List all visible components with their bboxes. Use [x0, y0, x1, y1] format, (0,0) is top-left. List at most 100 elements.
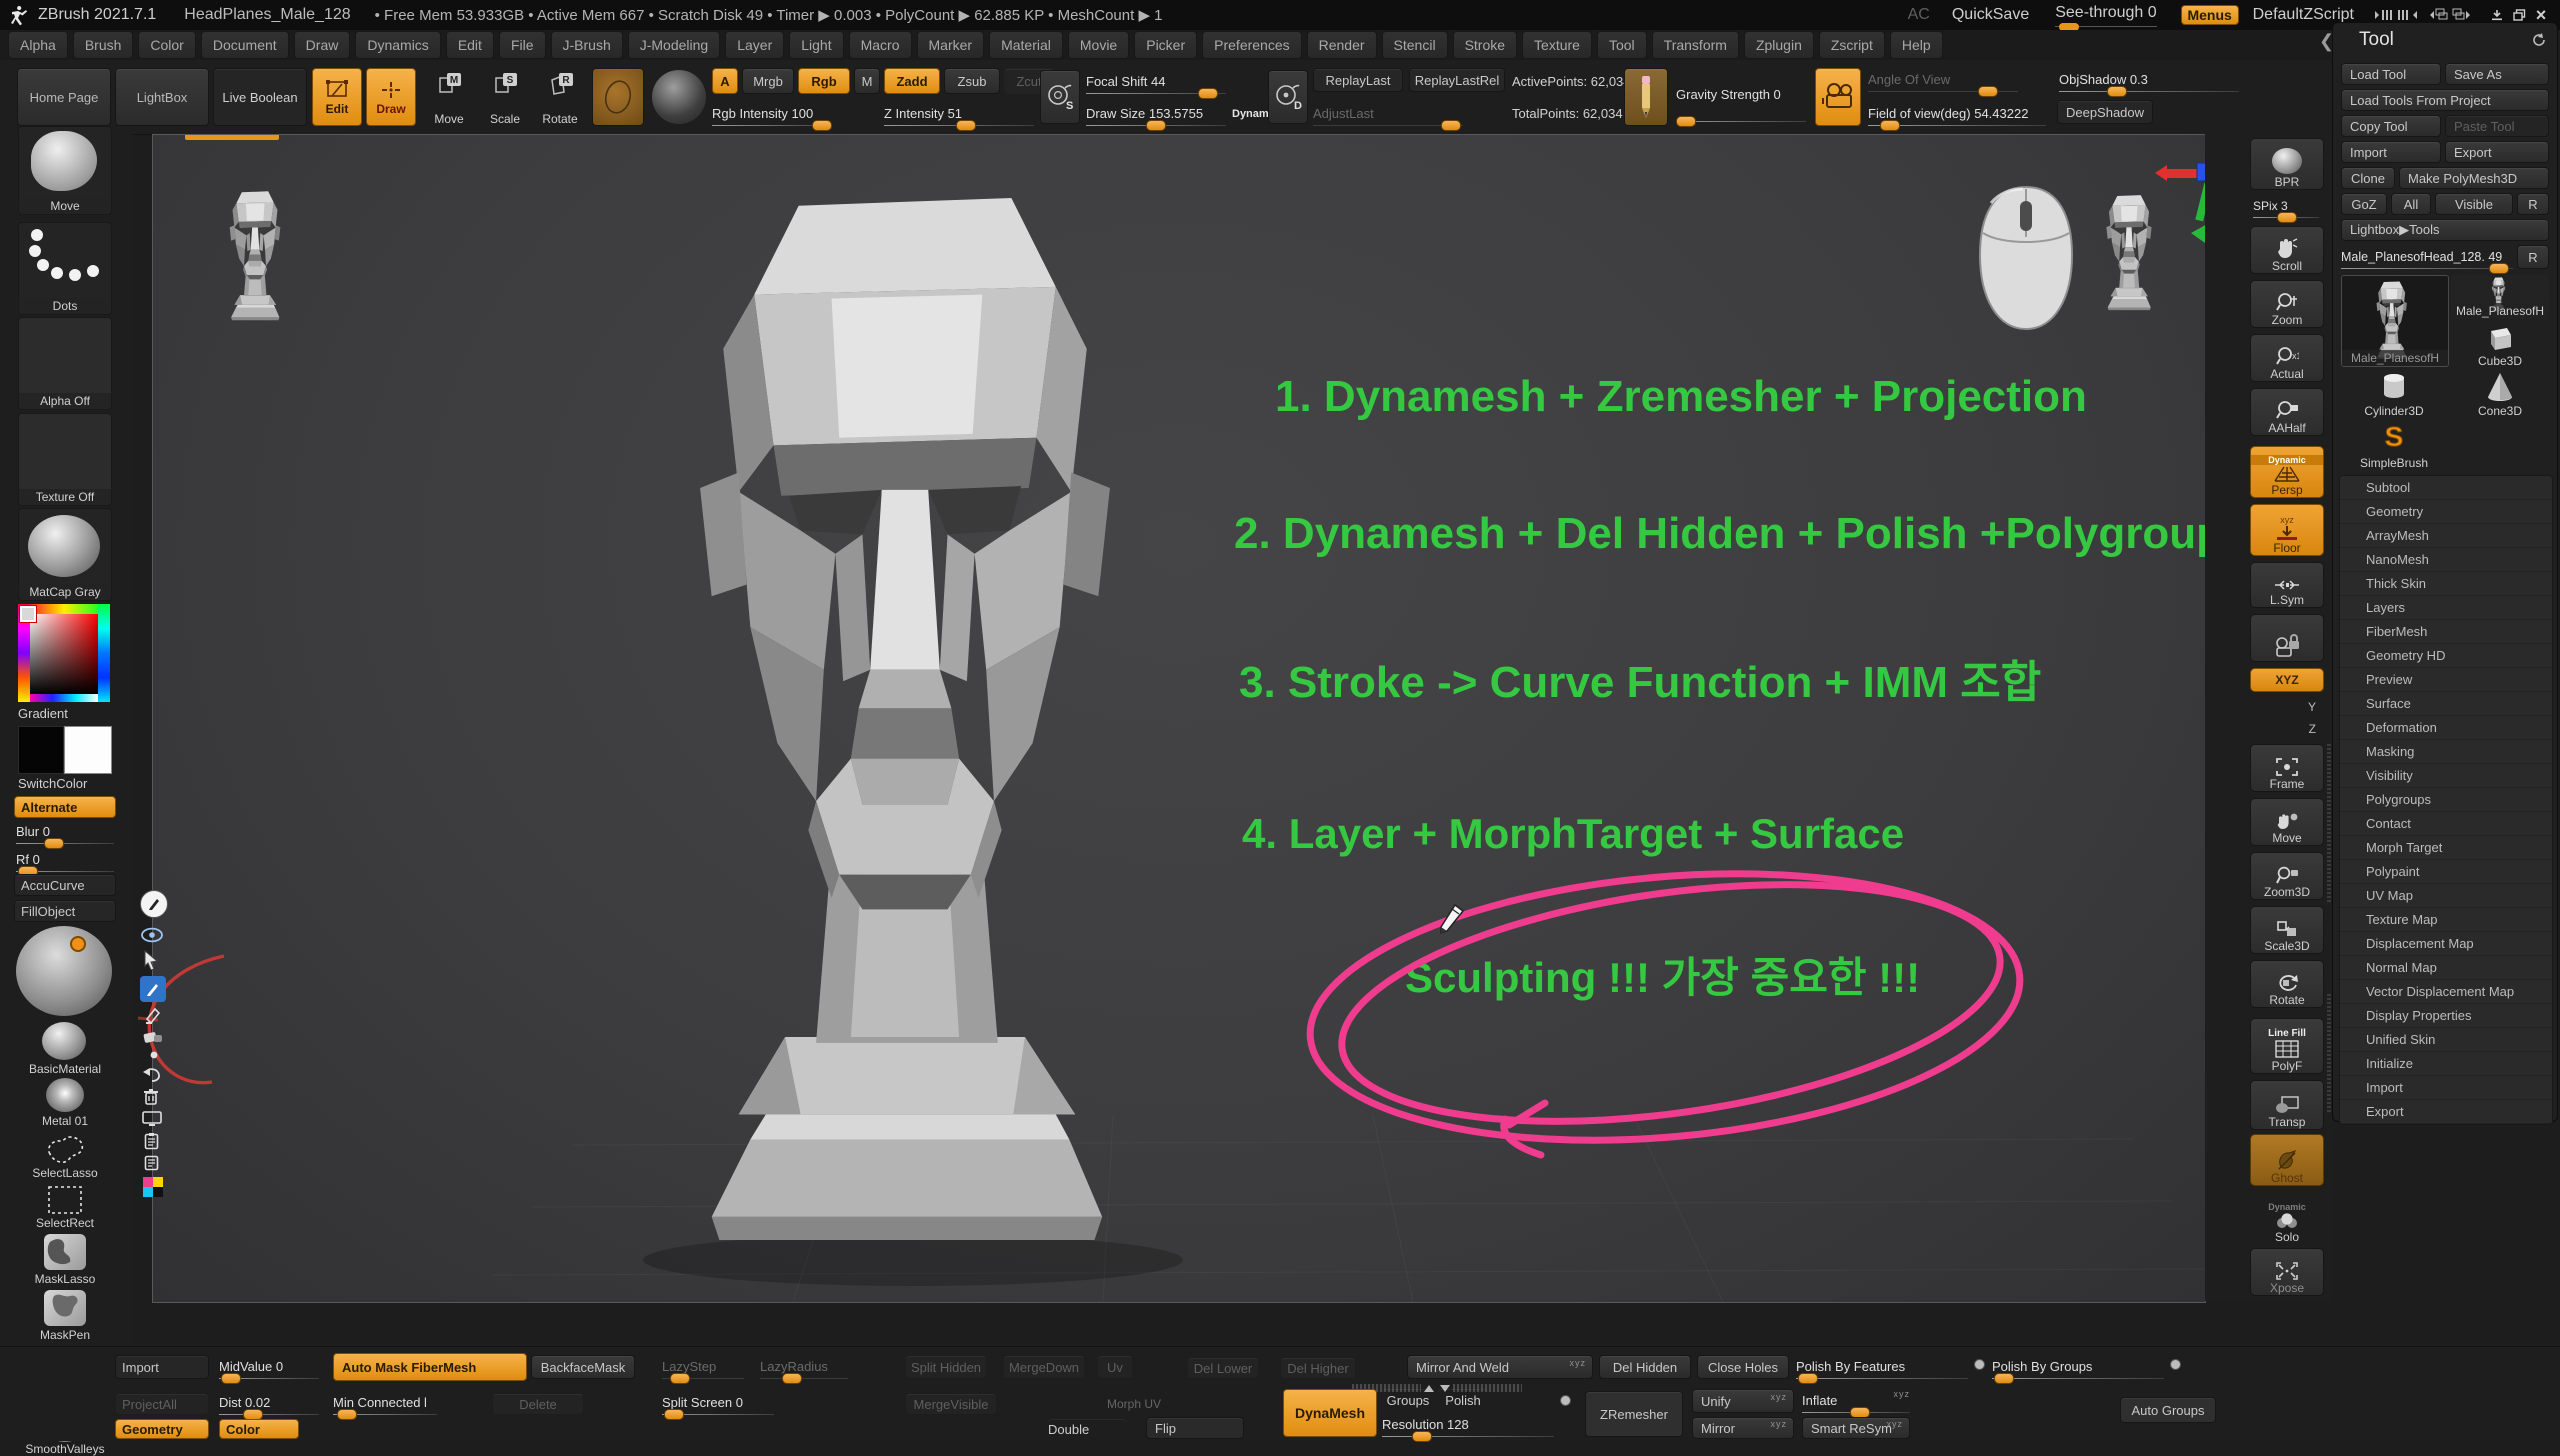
rgb-button[interactable]: Rgb	[798, 68, 850, 94]
camera-lock-button[interactable]	[2250, 614, 2324, 662]
split-screen-slider[interactable]: Split Screen 0	[662, 1391, 774, 1415]
texture-off-tile[interactable]: Texture Off	[18, 413, 112, 506]
auto-mask-fibermesh-button[interactable]: Auto Mask FiberMesh	[333, 1353, 527, 1381]
see-through-slider[interactable]: See-through 0	[2055, 4, 2156, 27]
edit-button[interactable]: Edit	[312, 68, 362, 126]
current-material-ball[interactable]	[652, 70, 706, 124]
z-intensity-slider[interactable]: Z Intensity 51	[884, 100, 1034, 126]
resolution-toggle[interactable]	[1560, 1395, 1571, 1406]
stroke-icon-button[interactable]: S	[1040, 70, 1080, 124]
stroke-brush-tile-move[interactable]: Move	[18, 126, 112, 215]
quicksave-button[interactable]: QuickSave	[1952, 6, 2029, 24]
menu-item[interactable]: Draw	[294, 31, 351, 59]
rotate-button[interactable]: R Rotate	[534, 70, 586, 126]
import-tool-button[interactable]: Import	[2341, 141, 2441, 163]
polyf-button[interactable]: Line Fill PolyF	[2250, 1018, 2324, 1074]
accucurve-button[interactable]: AccuCurve	[14, 874, 116, 896]
z-rotate-button[interactable]: Z	[2258, 718, 2316, 740]
xpose-button[interactable]: Xpose	[2250, 1248, 2324, 1296]
active-tool-slider[interactable]: Male_PlanesofHead_128. 49	[2341, 245, 2513, 269]
metal-thumb[interactable]	[46, 1078, 84, 1112]
tool-section-row[interactable]: Geometry	[2340, 500, 2552, 524]
current-brush-button[interactable]	[592, 68, 644, 126]
select-rect-icon[interactable]	[46, 1184, 84, 1216]
bpr-button[interactable]: BPR	[2250, 138, 2324, 190]
cursor-tool-icon[interactable]	[142, 950, 170, 970]
gravity-icon-button[interactable]	[1624, 68, 1668, 126]
focal-shift-slider[interactable]: Focal Shift 44	[1086, 68, 1226, 94]
pen-tool-icon[interactable]	[140, 976, 166, 1002]
color-tab-button[interactable]: Color	[219, 1419, 299, 1439]
inflate-slider[interactable]: Inflate xyz	[1802, 1389, 1910, 1413]
dist-slider[interactable]: Dist 0.02	[219, 1391, 319, 1415]
tool-thumb-selected[interactable]: Male_PlanesofH	[2341, 275, 2449, 367]
deep-shadow-button[interactable]: DeepShadow	[2057, 100, 2153, 124]
menu-item[interactable]: Alpha	[8, 31, 68, 59]
fillobject-button[interactable]: FillObject	[14, 900, 116, 922]
rgb-intensity-slider[interactable]: Rgb Intensity 100	[712, 100, 832, 126]
polish-by-groups-slider[interactable]: Polish By Groups	[1992, 1355, 2164, 1379]
m-button[interactable]: M	[854, 68, 880, 94]
unify-button[interactable]: Unify xyz	[1692, 1389, 1794, 1413]
tool-thumb-simplebrush[interactable]: S SimpleBrush	[2341, 421, 2447, 471]
tool-section-row[interactable]: Texture Map	[2340, 908, 2552, 932]
dot-size-icon[interactable]	[149, 1050, 163, 1060]
tool-section-row[interactable]: UV Map	[2340, 884, 2552, 908]
slider-knob[interactable]	[2107, 86, 2127, 97]
basic-material-thumb[interactable]	[42, 1022, 86, 1060]
document-canvas[interactable]: 1. Dynamesh + Zremesher + Projection 2. …	[152, 134, 2206, 1303]
solo-button[interactable]: Dynamic Solo	[2250, 1190, 2324, 1244]
lightbox-tools-button[interactable]: Lightbox▶Tools	[2341, 219, 2549, 241]
menu-item[interactable]: Help	[1890, 31, 1943, 59]
zsub-button[interactable]: Zsub	[944, 68, 1000, 94]
zadd-button[interactable]: Zadd	[884, 68, 940, 94]
scroll-button[interactable]: Scroll	[2250, 226, 2324, 274]
tool-section-row[interactable]: Visibility	[2340, 764, 2552, 788]
del-lower-button[interactable]: Del Lower	[1187, 1357, 1259, 1379]
angle-of-view-slider[interactable]: Angle Of View	[1868, 68, 2018, 92]
ghost-button[interactable]: Ghost	[2250, 1134, 2324, 1186]
rf-slider[interactable]: Rf 0	[16, 850, 114, 872]
tool-section-row[interactable]: Geometry HD	[2340, 644, 2552, 668]
spix-slider[interactable]: SPix 3	[2253, 196, 2319, 218]
tool-thumb-cylinder[interactable]: Cylinder3D	[2341, 371, 2447, 419]
tool-section-row[interactable]: Surface	[2340, 692, 2552, 716]
live-boolean-button[interactable]: Live Boolean	[213, 68, 307, 126]
groups-button[interactable]: Groups	[1382, 1389, 1434, 1411]
menu-item[interactable]: Preferences	[1202, 31, 1301, 59]
lazyradius-slider[interactable]: LazyRadius	[760, 1355, 848, 1379]
resolution-slider[interactable]: Resolution 128	[1382, 1413, 1554, 1437]
menu-item[interactable]: Movie	[1068, 31, 1129, 59]
annotation-app-icon[interactable]	[140, 890, 168, 918]
slider-knob[interactable]	[1198, 88, 1218, 99]
hue-strip-right[interactable]	[98, 604, 110, 702]
menu-item[interactable]: Dynamics	[355, 31, 440, 59]
mask-lasso-thumb[interactable]	[44, 1234, 86, 1270]
mask-pen-thumb[interactable]	[44, 1290, 86, 1326]
slider-knob[interactable]	[221, 1373, 241, 1384]
sv-square[interactable]	[30, 614, 98, 694]
menu-item[interactable]: Layer	[725, 31, 784, 59]
color-sphere[interactable]	[16, 926, 112, 1016]
blur-slider[interactable]: Blur 0	[16, 822, 114, 844]
floor-button[interactable]: xyz Floor	[2250, 504, 2324, 556]
zremesher-button[interactable]: ZRemesher	[1585, 1391, 1683, 1437]
slider-knob[interactable]	[1676, 116, 1696, 127]
menu-item[interactable]: Color	[138, 31, 195, 59]
xyz-button[interactable]: XYZ	[2250, 668, 2324, 692]
tool-section-row[interactable]: ArrayMesh	[2340, 524, 2552, 548]
copy-tool-button[interactable]: Copy Tool	[2341, 115, 2441, 137]
tool-thumb-cone[interactable]: Cone3D	[2451, 371, 2549, 419]
r-button[interactable]: R	[2517, 193, 2549, 215]
mrgb-button[interactable]: Mrgb	[742, 68, 794, 94]
geometry-tab-button[interactable]: Geometry	[115, 1419, 209, 1439]
panel-history-icon[interactable]	[2531, 32, 2547, 48]
double-button[interactable]: Double	[1048, 1419, 1126, 1439]
load-tool-button[interactable]: Load Tool	[2341, 63, 2441, 85]
mergevisible-button[interactable]: MergeVisible	[905, 1393, 997, 1415]
rotate3d-button[interactable]: Rotate	[2250, 960, 2324, 1008]
slider-knob[interactable]	[812, 120, 832, 131]
y-rotate-button[interactable]: Y	[2258, 696, 2316, 718]
tool-section-row[interactable]: Masking	[2340, 740, 2552, 764]
polish-groups-toggle[interactable]	[2170, 1359, 2181, 1370]
